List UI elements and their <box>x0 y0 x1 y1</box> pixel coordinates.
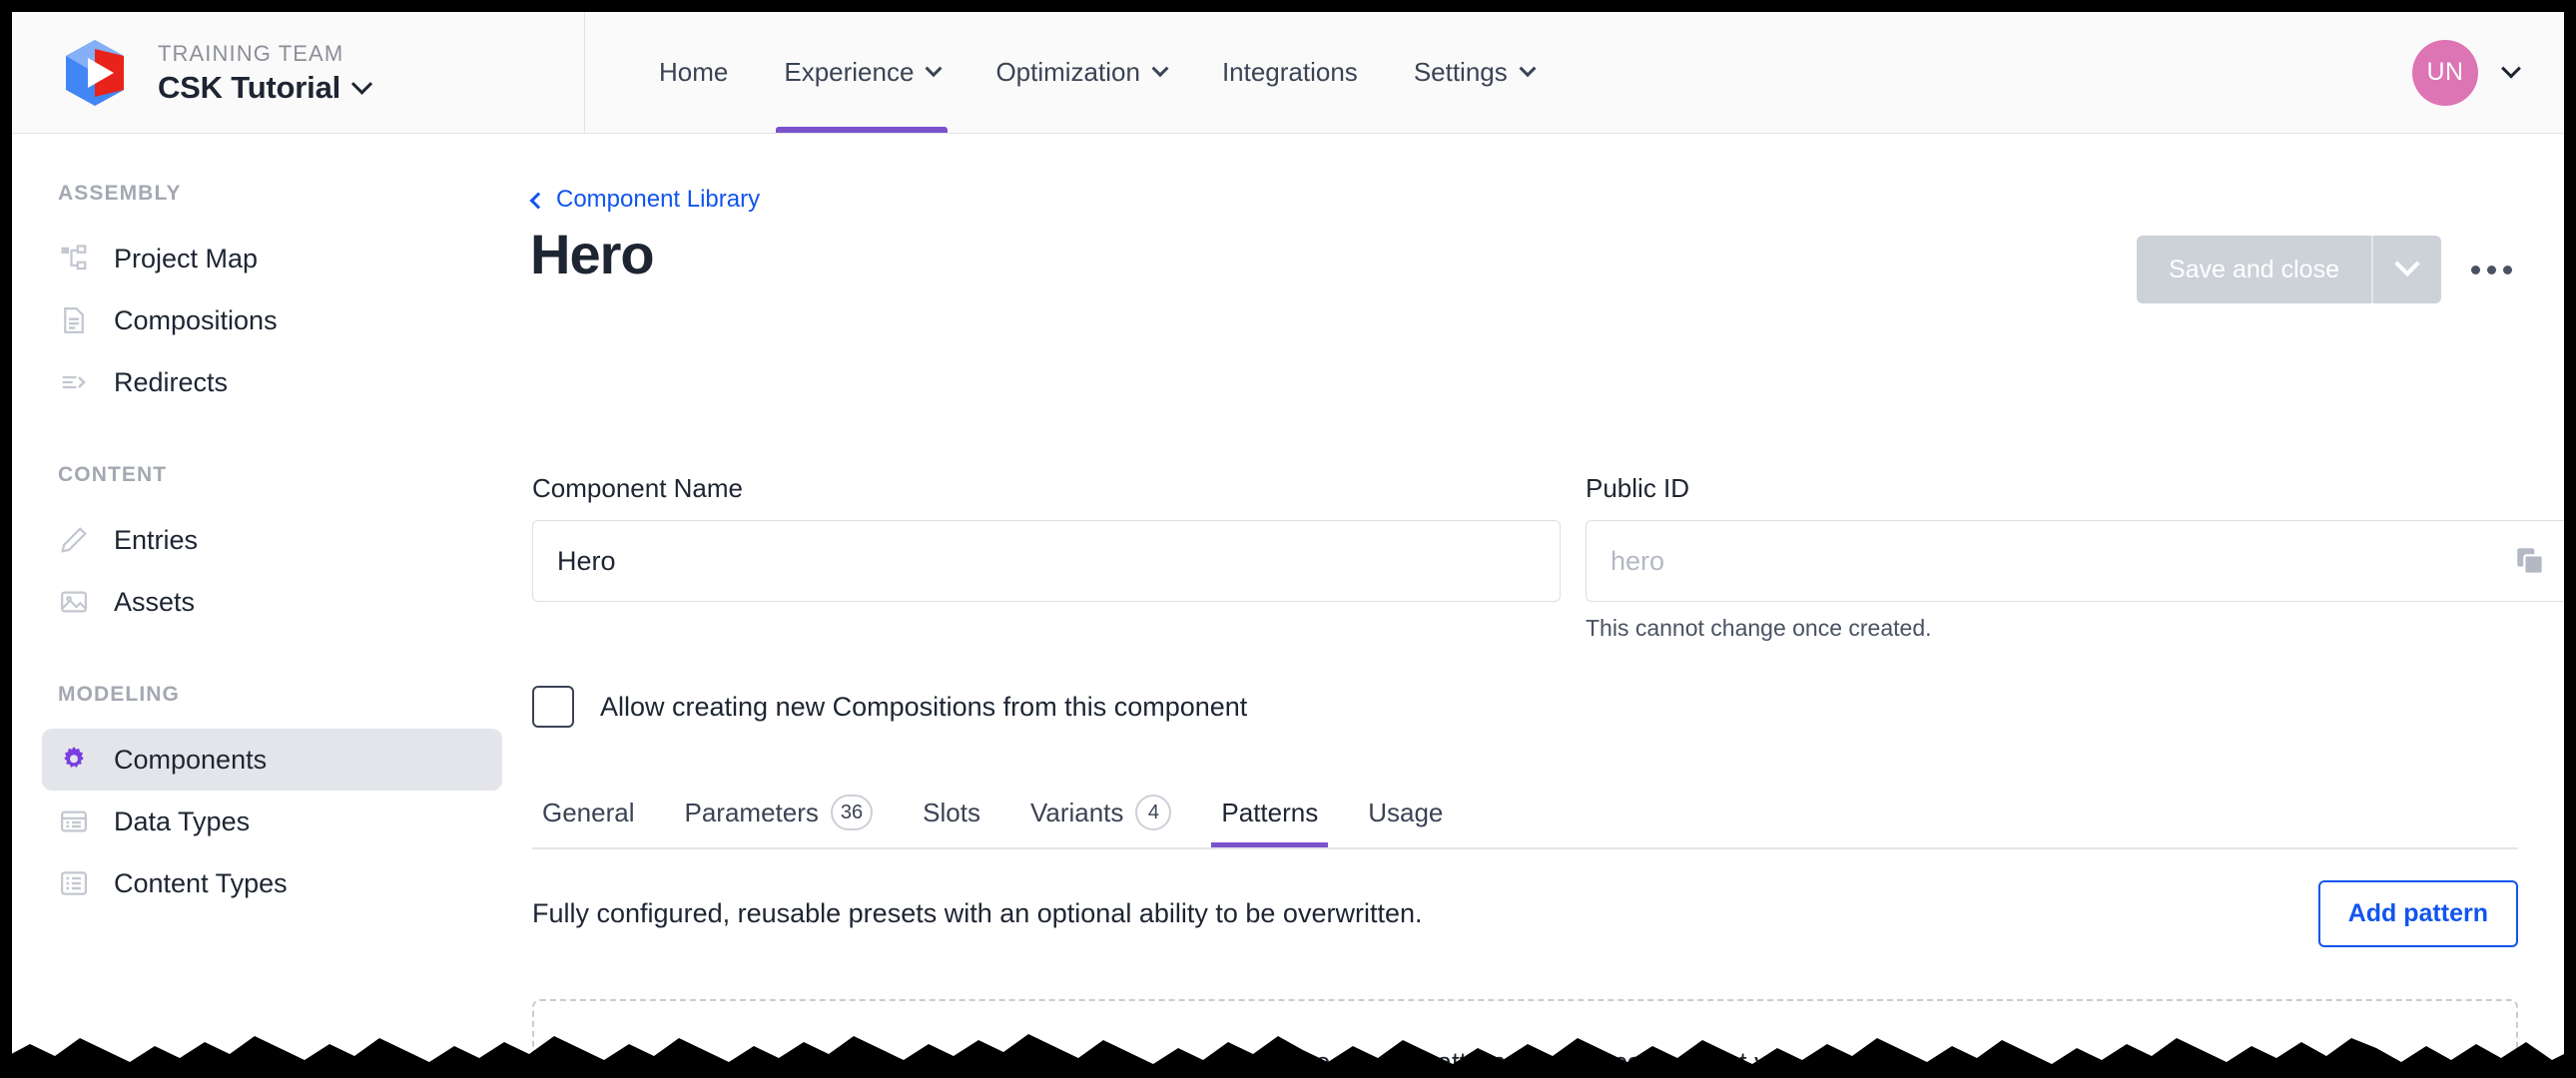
tab-general[interactable]: General <box>532 778 660 847</box>
sidebar-item-label: Compositions <box>114 304 278 335</box>
org-label: TRAINING TEAM <box>158 40 344 66</box>
component-name-input[interactable]: Hero <box>532 520 1561 602</box>
project-name: CSK Tutorial <box>158 70 341 106</box>
tab-label: Patterns <box>1221 797 1319 827</box>
sidebar-item-label: Components <box>114 744 268 775</box>
patterns-description: Fully configured, reusable presets with … <box>532 898 1423 928</box>
save-options-dropdown-button[interactable] <box>2371 236 2441 303</box>
sidebar-item-compositions[interactable]: Compositions <box>42 289 502 351</box>
nav-item-home[interactable]: Home <box>631 12 756 133</box>
content-list-icon <box>58 867 90 899</box>
nav-item-experience[interactable]: Experience <box>756 12 967 133</box>
patterns-empty-state: There are no patterns on this component … <box>532 999 2518 1078</box>
chevron-down-icon <box>1519 59 1537 77</box>
page-actions: Save and close <box>2137 236 2518 303</box>
nav-label: Settings <box>1413 57 1508 87</box>
sidebar-item-label: Entries <box>114 524 199 555</box>
chevron-down-icon <box>1151 59 1169 77</box>
tab-label: Usage <box>1368 797 1444 827</box>
add-pattern-button[interactable]: Add pattern <box>2317 880 2518 947</box>
data-list-icon <box>58 806 90 837</box>
document-icon <box>58 304 90 336</box>
sidebar-item-redirects[interactable]: Redirects <box>42 351 502 413</box>
sidebar-item-project-map[interactable]: Project Map <box>42 228 502 289</box>
screenshot-frame: TRAINING TEAM CSK Tutorial Home Experien… <box>0 0 2576 1078</box>
nav-item-optimization[interactable]: Optimization <box>967 12 1194 133</box>
tab-label: General <box>542 797 635 827</box>
redirect-arrow-icon <box>58 366 90 398</box>
tab-count-badge: 36 <box>830 795 874 830</box>
allow-compositions-row[interactable]: Allow creating new Compositions from thi… <box>532 686 1247 728</box>
public-id-label: Public ID <box>1586 473 1690 503</box>
tab-usage[interactable]: Usage <box>1343 778 1468 847</box>
component-form: Component Name Hero Public ID hero This … <box>532 473 2564 641</box>
app-viewport: TRAINING TEAM CSK Tutorial Home Experien… <box>12 12 2564 1078</box>
sidebar-item-assets[interactable]: Assets <box>42 571 502 633</box>
sidebar-section-content: CONTENT <box>58 463 168 486</box>
tab-patterns[interactable]: Patterns <box>1196 778 1343 847</box>
top-header-bar: TRAINING TEAM CSK Tutorial Home Experien… <box>12 12 2564 134</box>
sidebar-item-components[interactable]: Components <box>42 729 502 791</box>
sidebar-item-content-types[interactable]: Content Types <box>42 852 502 914</box>
patterns-panel-header: Fully configured, reusable presets with … <box>532 880 2518 947</box>
allow-compositions-label: Allow creating new Compositions from thi… <box>600 691 1248 722</box>
public-id-placeholder: hero <box>1610 545 1665 576</box>
nav-label: Experience <box>784 57 915 87</box>
tab-variants[interactable]: Variants 4 <box>1005 778 1196 847</box>
gear-icon <box>58 744 90 776</box>
left-sidebar: ASSEMBLY Project Map Compositions Redire… <box>12 134 532 1078</box>
component-tabs: General Parameters 36 Slots Variants 4 P… <box>532 778 2518 849</box>
nav-label: Home <box>659 57 729 87</box>
sitemap-icon <box>58 243 90 274</box>
nav-label: Integrations <box>1221 57 1358 87</box>
public-id-helper-text: This cannot change once created. <box>1586 615 1932 641</box>
nav-item-integrations[interactable]: Integrations <box>1194 12 1386 133</box>
chevron-down-icon[interactable] <box>350 73 373 95</box>
sidebar-section-assembly: ASSEMBLY <box>58 182 182 205</box>
sidebar-item-data-types[interactable]: Data Types <box>42 791 502 852</box>
component-name-label: Component Name <box>532 473 743 503</box>
pencil-icon <box>58 524 90 556</box>
sidebar-section-modeling: MODELING <box>58 683 180 706</box>
sidebar-item-label: Project Map <box>114 243 259 273</box>
save-split-button: Save and close <box>2137 236 2441 303</box>
main-navigation: Home Experience Optimization Integration… <box>585 12 1562 133</box>
main-content: Component Library Hero Save and close Co… <box>529 134 2564 1078</box>
breadcrumb[interactable]: Component Library <box>529 186 761 214</box>
copy-icon[interactable] <box>2513 544 2547 578</box>
tab-count-badge: 4 <box>1135 795 1172 830</box>
public-id-input[interactable]: hero <box>1586 520 2564 602</box>
public-id-field: Public ID hero This cannot change once c… <box>1586 473 2564 642</box>
chevron-left-icon <box>529 192 547 209</box>
tab-parameters[interactable]: Parameters 36 <box>660 778 899 847</box>
tab-label: Variants <box>1029 797 1124 827</box>
empty-state-message: There are no patterns on this component … <box>1259 1047 1791 1077</box>
sidebar-item-label: Assets <box>114 586 196 617</box>
sidebar-item-entries[interactable]: Entries <box>42 509 502 571</box>
image-icon <box>58 586 90 618</box>
save-and-close-button[interactable]: Save and close <box>2137 236 2371 303</box>
chevron-down-icon <box>925 59 943 77</box>
sidebar-item-label: Data Types <box>114 806 251 836</box>
more-options-icon[interactable] <box>2465 256 2518 284</box>
sidebar-item-label: Redirects <box>114 366 229 397</box>
page-title: Hero <box>530 223 655 285</box>
chevron-down-icon <box>2394 251 2420 277</box>
tab-slots[interactable]: Slots <box>898 778 1005 847</box>
uniform-logo-icon <box>58 36 132 110</box>
tab-label: Slots <box>923 797 980 827</box>
component-name-field: Component Name Hero <box>532 473 1561 602</box>
tab-label: Parameters <box>684 797 819 827</box>
chevron-down-icon[interactable] <box>2501 58 2521 79</box>
user-menu[interactable]: UN <box>2412 12 2521 133</box>
avatar[interactable]: UN <box>2412 39 2478 106</box>
brand-area[interactable]: TRAINING TEAM CSK Tutorial <box>12 12 585 133</box>
nav-item-settings[interactable]: Settings <box>1386 12 1562 133</box>
sidebar-item-label: Content Types <box>114 867 288 898</box>
allow-compositions-checkbox[interactable] <box>532 686 574 728</box>
breadcrumb-label: Component Library <box>556 186 761 213</box>
nav-label: Optimization <box>995 57 1140 87</box>
